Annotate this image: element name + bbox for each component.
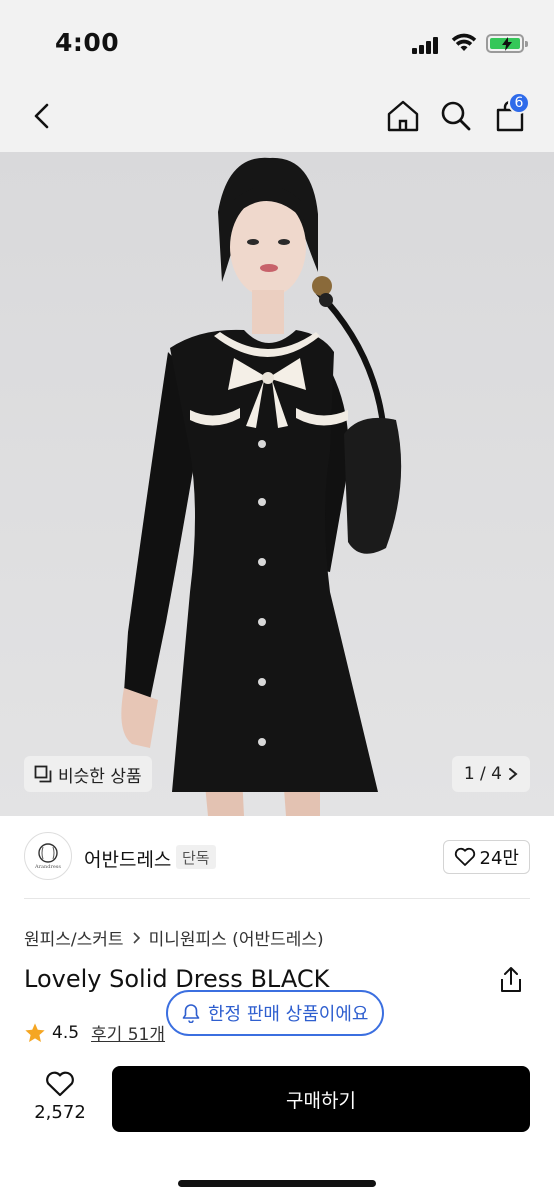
rating-value: 4.5 [52,1022,80,1043]
status-bar: 4:00 [0,0,554,84]
model-photo [0,152,554,816]
review-link[interactable]: 후기 51개 [91,1020,165,1045]
heart-icon [454,847,475,866]
exclusive-tag: 단독 [176,845,216,869]
share-icon [501,967,521,992]
seller-like-count: 24만 [479,848,519,869]
search-icon [441,101,471,131]
seller-logo-emblem [38,843,58,863]
nav-bar: 6 [0,84,554,152]
seller-name[interactable]: 어반드레스 [84,845,171,872]
similar-icon [34,765,52,783]
wifi-icon [451,33,477,51]
seller-logo[interactable]: Arandress [24,832,72,880]
limited-sale-text: 한정 판매 상품이에요 [208,1004,369,1025]
seller-logo-text: Arandress [35,864,61,870]
home-icon [387,100,419,132]
search-button[interactable] [434,94,478,138]
status-time: 4:00 [55,28,120,57]
back-button[interactable] [20,94,64,138]
home-indicator [178,1180,376,1187]
wishlist-button[interactable]: 2,572 [24,1070,96,1130]
rating-row: 4.5 후기 51개 [24,1020,165,1045]
similar-label: 비슷한 상품 [58,766,142,787]
heart-icon [46,1071,74,1097]
cart-button[interactable]: 6 [488,92,532,138]
similar-products-button[interactable]: 비슷한 상품 [24,756,152,792]
divider [24,898,530,899]
breadcrumb-category[interactable]: 원피스/스커트 [24,925,124,950]
wish-count: 2,572 [34,1102,86,1123]
buy-button[interactable]: 구매하기 [112,1066,530,1132]
cart-badge: 6 [508,92,530,114]
star-icon [25,1022,45,1042]
product-title: Lovely Solid Dress BLACK [24,965,330,993]
home-button[interactable] [381,94,425,138]
chevron-right-icon [509,768,518,780]
chevron-left-icon [34,103,49,129]
product-image[interactable]: 비슷한 상품 1 / 4 [0,152,554,816]
chevron-right-icon [133,931,140,944]
battery-icon [486,34,528,53]
signal-icon [412,36,442,54]
page-indicator-text: 1 / 4 [463,764,502,784]
bell-icon [182,1004,200,1023]
seller-like-button[interactable]: 24만 [442,840,530,874]
breadcrumb-subcategory[interactable]: 미니원피스 (어반드레스) [149,925,324,950]
share-button[interactable] [498,966,528,996]
limited-sale-toast: 한정 판매 상품이에요 [166,990,385,1036]
breadcrumb: 원피스/스커트 미니원피스 (어반드레스) [24,925,324,950]
image-page-indicator[interactable]: 1 / 4 [451,756,530,792]
seller-row: Arandress 어반드레스 단독 24만 [24,832,530,884]
